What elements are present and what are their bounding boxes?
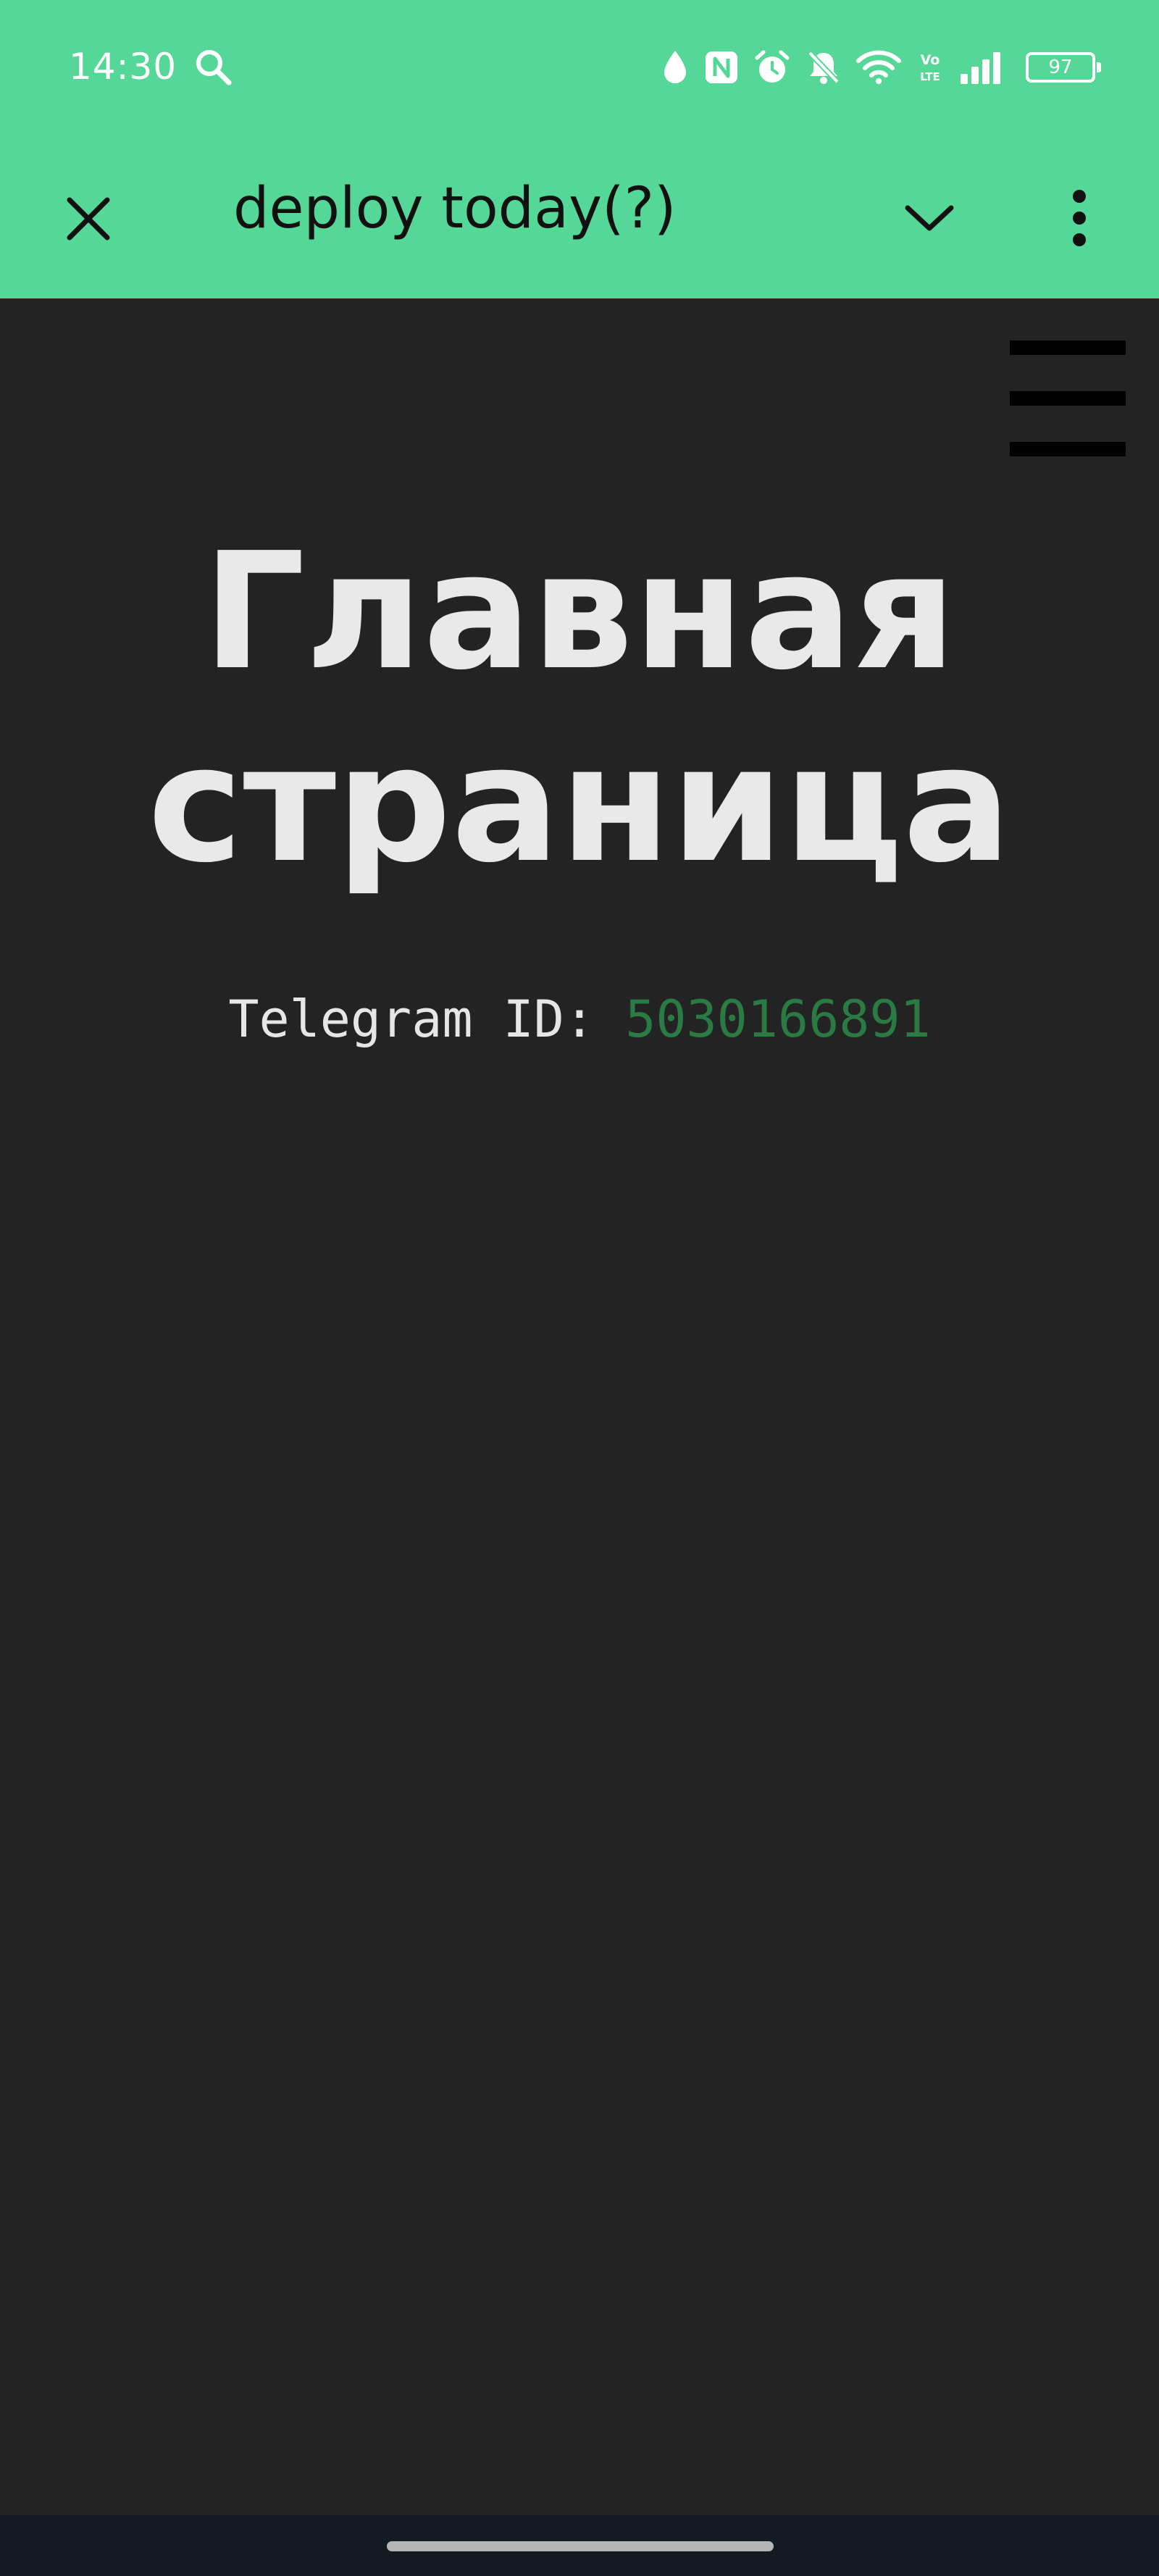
close-button[interactable]: [51, 181, 126, 256]
battery-icon: 97: [1026, 52, 1101, 83]
water-drop-icon: [664, 51, 686, 83]
nfc-icon: [706, 51, 737, 83]
telegram-id-label: Telegram ID:: [228, 990, 626, 1049]
close-icon: [67, 197, 110, 241]
gesture-handle[interactable]: [387, 2541, 774, 2551]
collapse-button[interactable]: [890, 178, 969, 258]
wifi-icon: [856, 50, 901, 84]
status-icons: Vo LTE 97: [661, 43, 1101, 91]
webview-content: Главная страница Telegram ID: 5030166891: [0, 298, 1159, 2515]
app-title: deploy today(?): [233, 176, 677, 241]
hamburger-bar: [1010, 340, 1126, 355]
volte-icon: Vo LTE: [920, 52, 940, 83]
page-title: Главная страница: [0, 516, 1159, 901]
page-title-line2: страница: [147, 711, 1012, 898]
top-bar: 14:30 Vo LTE 97 deploy today(?): [0, 0, 1159, 298]
signal-icon: [961, 52, 1000, 84]
svg-text:Vo: Vo: [921, 52, 940, 68]
more-options-button[interactable]: [1043, 178, 1116, 258]
navigation-bar: [0, 2515, 1159, 2576]
telegram-id-line: Telegram ID: 5030166891: [0, 987, 1159, 1052]
status-time: 14:30: [69, 46, 177, 88]
hamburger-bar: [1010, 391, 1126, 406]
alarm-icon: [755, 50, 790, 83]
svg-text:LTE: LTE: [920, 70, 940, 83]
hamburger-bar: [1010, 442, 1126, 456]
search-icon[interactable]: [193, 46, 233, 87]
hamburger-menu-icon[interactable]: [1010, 340, 1126, 456]
battery-level: 97: [1048, 57, 1073, 78]
status-bar: 14:30 Vo LTE 97: [0, 0, 1159, 138]
more-vertical-icon: [1073, 190, 1086, 246]
app-bar: deploy today(?): [0, 138, 1159, 298]
bell-muted-icon: [808, 51, 840, 84]
telegram-id-value: 5030166891: [625, 990, 931, 1049]
chevron-down-icon: [905, 205, 954, 231]
page-title-line1: Главная: [202, 519, 957, 706]
